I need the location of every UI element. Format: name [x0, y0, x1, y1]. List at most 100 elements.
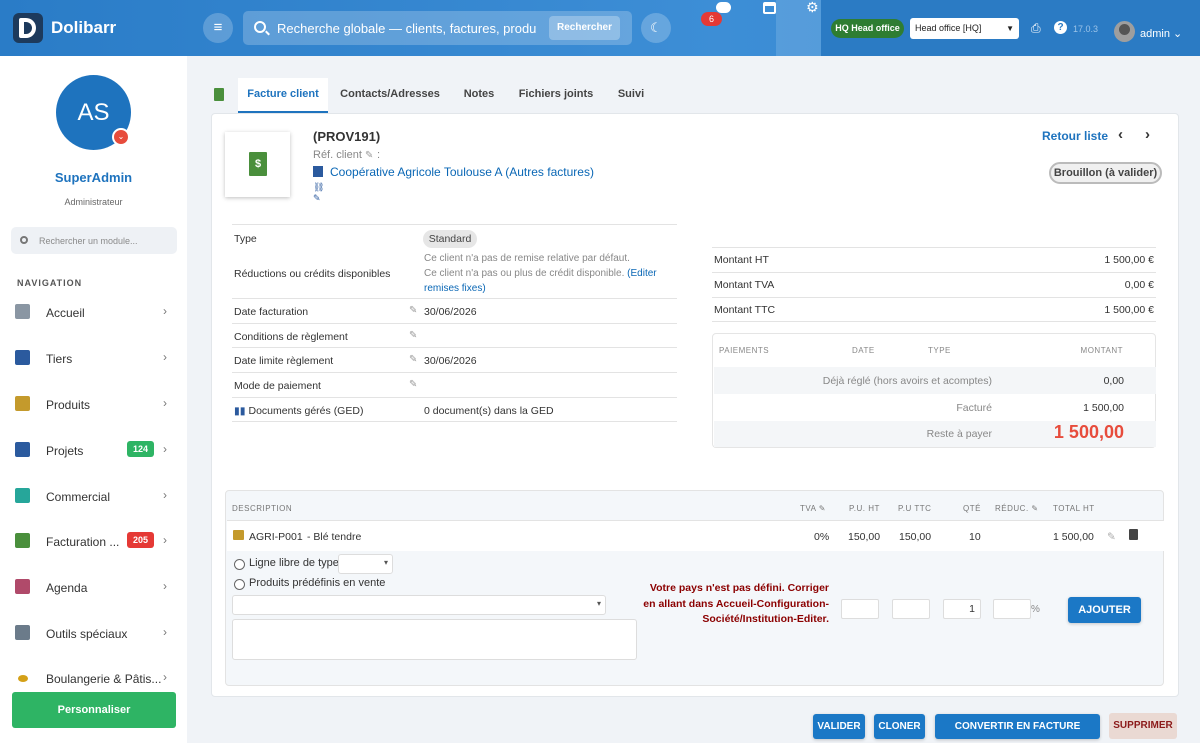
sidebar-item-label: Tiers [46, 352, 73, 366]
total-value: 0,00 € [1124, 279, 1154, 291]
sidebar-item-projets[interactable]: Projets 124 › [0, 428, 187, 473]
field-value: 30/06/2026 [424, 355, 477, 367]
total-tva-row: Montant TVA 0,00 € [712, 272, 1156, 297]
total-ht-row: Montant HT 1 500,00 € [712, 247, 1156, 272]
messages-icon[interactable] [716, 2, 731, 13]
sidebar-item-label: Boulangerie & Pâtis... [46, 672, 162, 686]
sidebar-item-produits[interactable]: Produits › [0, 382, 187, 427]
already-paid-label: Déjà réglé (hors avoirs et acomptes) [822, 375, 992, 387]
tab-fichiers-joints[interactable]: Fichiers joints [512, 78, 600, 113]
menu-toggle-button[interactable]: ≡ [203, 13, 233, 43]
chevron-right-icon: › [163, 533, 167, 547]
entity-select-value: Head office [HQ] [915, 23, 982, 33]
discount-note-2: Ce client n'a pas ou plus de crédit disp… [424, 268, 657, 279]
chevron-right-icon: › [163, 625, 167, 639]
user-menu[interactable]: admin ⌄ [1140, 27, 1182, 40]
pencil-icon[interactable]: ✎ [1031, 504, 1038, 513]
field-row-date: Date facturation ✎ 30/06/2026 [232, 298, 677, 323]
type-header: TYPE [928, 346, 951, 355]
country-warning: Votre pays n'est pas défini. Corriger en… [643, 582, 829, 625]
pu-ttc-input[interactable] [892, 599, 930, 619]
product-ref-link[interactable]: AGRI-P001 [249, 531, 303, 543]
field-label: Date facturation [234, 306, 309, 318]
predefined-radio[interactable] [234, 579, 245, 590]
sidebar-item-outils[interactable]: Outils spéciaux › [0, 611, 187, 656]
building-icon [313, 166, 323, 177]
free-line-radio[interactable] [234, 559, 245, 570]
tab-contacts[interactable]: Contacts/Adresses [334, 78, 446, 113]
line-type-select[interactable] [338, 554, 393, 574]
gear-icon[interactable]: ⚙ [806, 0, 820, 14]
other-invoices-link[interactable]: (Autres factures) [505, 165, 594, 179]
sidebar-item-label: Commercial [46, 490, 111, 504]
edit-fixed-discount-link[interactable]: remises fixes) [424, 283, 486, 294]
help-icon[interactable]: ? [1054, 21, 1067, 34]
sidebar-item-commercial[interactable]: Commercial › [0, 474, 187, 519]
product-select[interactable] [232, 595, 606, 615]
module-search-input[interactable] [39, 233, 167, 248]
calendar-icon [15, 579, 30, 594]
chevron-down-icon[interactable]: ⌄ [112, 128, 130, 146]
pencil-icon[interactable]: ✎ [409, 379, 417, 390]
pencil-icon[interactable]: ✎ [1107, 531, 1116, 543]
convert-template-button[interactable]: CONVERTIR EN FACTURE MODÈLE [935, 714, 1100, 739]
count-badge: 205 [127, 532, 154, 548]
description-textarea[interactable] [232, 619, 637, 660]
discount-input[interactable] [993, 599, 1031, 619]
global-search-input[interactable] [277, 19, 537, 37]
customer-link[interactable]: Coopérative Agricole Toulouse A [330, 165, 502, 179]
pencil-icon[interactable]: ✎ [409, 305, 417, 316]
total-ttc-row: Montant TTC 1 500,00 € [712, 297, 1156, 322]
sidebar-item-facturation[interactable]: Facturation ... 205 › [0, 519, 187, 564]
printer-icon[interactable]: ⎙ [1031, 22, 1043, 34]
sidebar-item-tiers[interactable]: Tiers › [0, 336, 187, 381]
previous-arrow-icon[interactable]: ‹ [1118, 126, 1123, 143]
profile-name[interactable]: SuperAdmin [0, 170, 187, 185]
calendar-icon[interactable] [763, 2, 776, 14]
col-pu-ttc: P.U TTC [898, 504, 932, 513]
user-avatar[interactable] [1114, 21, 1135, 42]
top-bar: Dolibarr ≡ Rechercher ☾ 6 ⚙ HQ Head offi… [0, 0, 1200, 56]
clone-button[interactable]: CLONER [874, 714, 925, 739]
notification-badge[interactable]: 6 [701, 12, 722, 26]
dolibarr-logo-icon[interactable] [13, 13, 43, 43]
pu-ht-input[interactable] [841, 599, 879, 619]
pencil-icon[interactable]: ✎ [409, 354, 417, 365]
free-line-label[interactable]: Ligne libre de type [249, 557, 339, 569]
ref-client-label: Réf. client [313, 149, 362, 161]
sidebar-item-agenda[interactable]: Agenda › [0, 565, 187, 610]
tab-suivi[interactable]: Suivi [609, 78, 653, 113]
search-button[interactable]: Rechercher [549, 16, 620, 40]
next-arrow-icon[interactable]: › [1145, 126, 1150, 143]
edit-discount-link[interactable]: (Editer [627, 268, 656, 279]
customize-button[interactable]: Personnaliser [12, 692, 176, 728]
sidebar-item-label: Agenda [46, 581, 88, 595]
ged-link[interactable]: 0 document(s) dans la GED [424, 405, 554, 417]
col-reduc: RÉDUC. ✎ [995, 504, 1039, 513]
dark-mode-toggle-icon[interactable]: ☾ [641, 13, 671, 43]
tab-facture-client[interactable]: Facture client [238, 78, 328, 113]
sidebar-item-accueil[interactable]: Accueil › [0, 290, 187, 335]
trash-icon[interactable] [1129, 529, 1138, 540]
field-row-due-date: Date limite règlement ✎ 30/06/2026 [232, 347, 677, 372]
qty-input[interactable]: 1 [943, 599, 981, 619]
pencil-icon[interactable]: ✎ [365, 150, 374, 161]
chevron-right-icon: › [163, 488, 167, 502]
invoice-icon: $ [249, 152, 267, 176]
back-to-list-link[interactable]: Retour liste [1042, 129, 1108, 143]
sidebar: AS ⌄ SuperAdmin Administrateur NAVIGATIO… [0, 56, 187, 743]
entity-select[interactable]: Head office [HQ] ▼ [910, 18, 1019, 39]
total-label: Montant HT [714, 254, 769, 266]
app-name[interactable]: Dolibarr [51, 18, 116, 38]
pencil-icon[interactable]: ✎ [819, 504, 826, 513]
project-icon[interactable]: ⛓ ✎ [313, 182, 325, 203]
col-total-ht: TOTAL HT [1053, 504, 1095, 513]
tab-notes[interactable]: Notes [455, 78, 503, 113]
add-line-button[interactable]: AJOUTER [1068, 597, 1141, 623]
global-search-bar: Rechercher [243, 11, 632, 45]
predefined-label[interactable]: Produits prédéfinis en vente [249, 577, 385, 589]
validate-button[interactable]: VALIDER [813, 714, 865, 739]
pencil-icon[interactable]: ✎ [409, 330, 417, 341]
delete-button[interactable]: SUPPRIMER [1109, 713, 1177, 739]
field-label: Mode de paiement [234, 380, 321, 392]
